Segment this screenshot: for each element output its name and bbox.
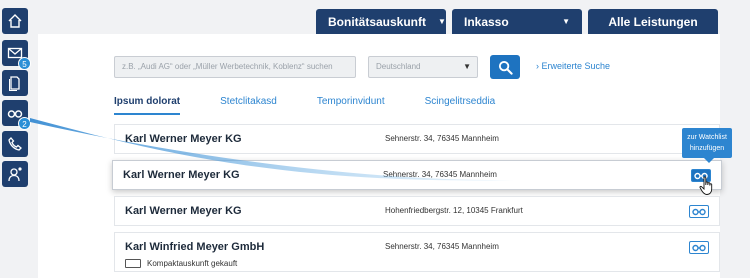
company-address: Sehnerstr. 34, 76345 Mannheim xyxy=(383,170,497,179)
tooltip-line: hinzufügen xyxy=(689,145,725,152)
user-settings-icon xyxy=(8,167,22,182)
company-name[interactable]: Karl Werner Meyer KG xyxy=(123,169,240,181)
phone-icon xyxy=(8,137,22,151)
tab-stetclitakasd[interactable]: Stetclitakasd xyxy=(220,96,277,107)
nav-tab-bonitaetsauskunft[interactable]: Bonitätsauskunft ▼ xyxy=(316,9,446,34)
advanced-search-link[interactable]: › Erweiterte Suche xyxy=(536,61,610,71)
phone-button[interactable] xyxy=(2,131,28,157)
list-item[interactable]: Karl Werner Meyer KG Sehnerstr. 34, 7634… xyxy=(112,160,722,190)
add-to-watchlist-button[interactable] xyxy=(689,241,709,254)
left-sidebar: 5 2 xyxy=(0,0,31,278)
nav-tab-label: Inkasso xyxy=(464,14,509,29)
top-navigation: Bonitätsauskunft ▼ Inkasso ▼ Alle Leistu… xyxy=(316,9,718,34)
hand-cursor-icon xyxy=(699,176,713,195)
company-address: Sehnerstr. 34, 76345 Mannheim xyxy=(385,134,499,143)
nav-tab-inkasso[interactable]: Inkasso ▼ xyxy=(452,9,582,34)
list-item[interactable]: Karl Werner Meyer KG Hohenfriedbergstr. … xyxy=(114,196,720,226)
purchase-status: Kompaktauskunft gekauft xyxy=(125,259,237,268)
document-icon xyxy=(9,76,20,91)
nav-tab-label: Bonitätsauskunft xyxy=(328,14,427,29)
company-name[interactable]: Karl Werner Meyer KG xyxy=(125,205,242,217)
nav-tab-label: Alle Leistungen xyxy=(608,14,698,29)
watchlist-button[interactable]: 2 xyxy=(2,100,31,130)
mail-button[interactable]: 5 xyxy=(2,40,31,70)
search-input[interactable]: z.B. „Audi AG“ oder „Müller Werbetechnik… xyxy=(114,56,356,78)
list-item[interactable]: Karl Winfried Meyer GmbH Sehnerstr. 34, … xyxy=(114,232,720,272)
result-tabs: Ipsum dolorat Stetclitakasd Temporinvidu… xyxy=(114,96,535,115)
watchlist-tooltip: zur Watchlist hinzufügen xyxy=(682,128,732,163)
report-icon xyxy=(125,259,141,268)
company-address: Hohenfriedbergstr. 12, 10345 Frankfurt xyxy=(385,206,523,215)
tab-scingelitrseddia[interactable]: Scingelitrseddia xyxy=(425,96,496,107)
add-to-watchlist-button[interactable] xyxy=(689,205,709,218)
country-select[interactable]: Deutschland ▼ xyxy=(368,56,478,78)
home-icon xyxy=(8,14,22,28)
nav-tab-alle-leistungen[interactable]: Alle Leistungen xyxy=(588,9,718,34)
home-button[interactable] xyxy=(2,8,28,34)
chevron-down-icon: ▼ xyxy=(562,17,570,26)
company-name[interactable]: Karl Winfried Meyer GmbH xyxy=(125,241,264,253)
binoculars-icon xyxy=(692,244,706,252)
tooltip-line: zur Watchlist xyxy=(687,134,727,141)
binoculars-icon xyxy=(692,208,706,216)
tab-ipsum-dolorat[interactable]: Ipsum dolorat xyxy=(114,96,181,115)
watchlist-badge: 2 xyxy=(18,117,31,130)
tab-temporinvidunt[interactable]: Temporinvidunt xyxy=(317,96,385,107)
company-address: Sehnerstr. 34, 76345 Mannheim xyxy=(385,242,499,251)
documents-button[interactable] xyxy=(2,70,28,96)
company-name[interactable]: Karl Werner Meyer KG xyxy=(125,133,242,145)
mail-badge: 5 xyxy=(18,57,31,70)
chevron-down-icon: ▼ xyxy=(463,62,471,71)
result-list: Karl Werner Meyer KG Sehnerstr. 34, 7634… xyxy=(112,124,722,278)
user-settings-button[interactable] xyxy=(2,161,28,187)
list-item[interactable]: Karl Werner Meyer KG Sehnerstr. 34, 7634… xyxy=(114,124,720,154)
search-icon xyxy=(498,60,513,75)
country-select-value: Deutschland xyxy=(376,62,421,71)
chevron-down-icon: ▼ xyxy=(438,17,446,26)
purchase-status-text: Kompaktauskunft gekauft xyxy=(147,259,238,268)
search-button[interactable] xyxy=(490,55,520,79)
